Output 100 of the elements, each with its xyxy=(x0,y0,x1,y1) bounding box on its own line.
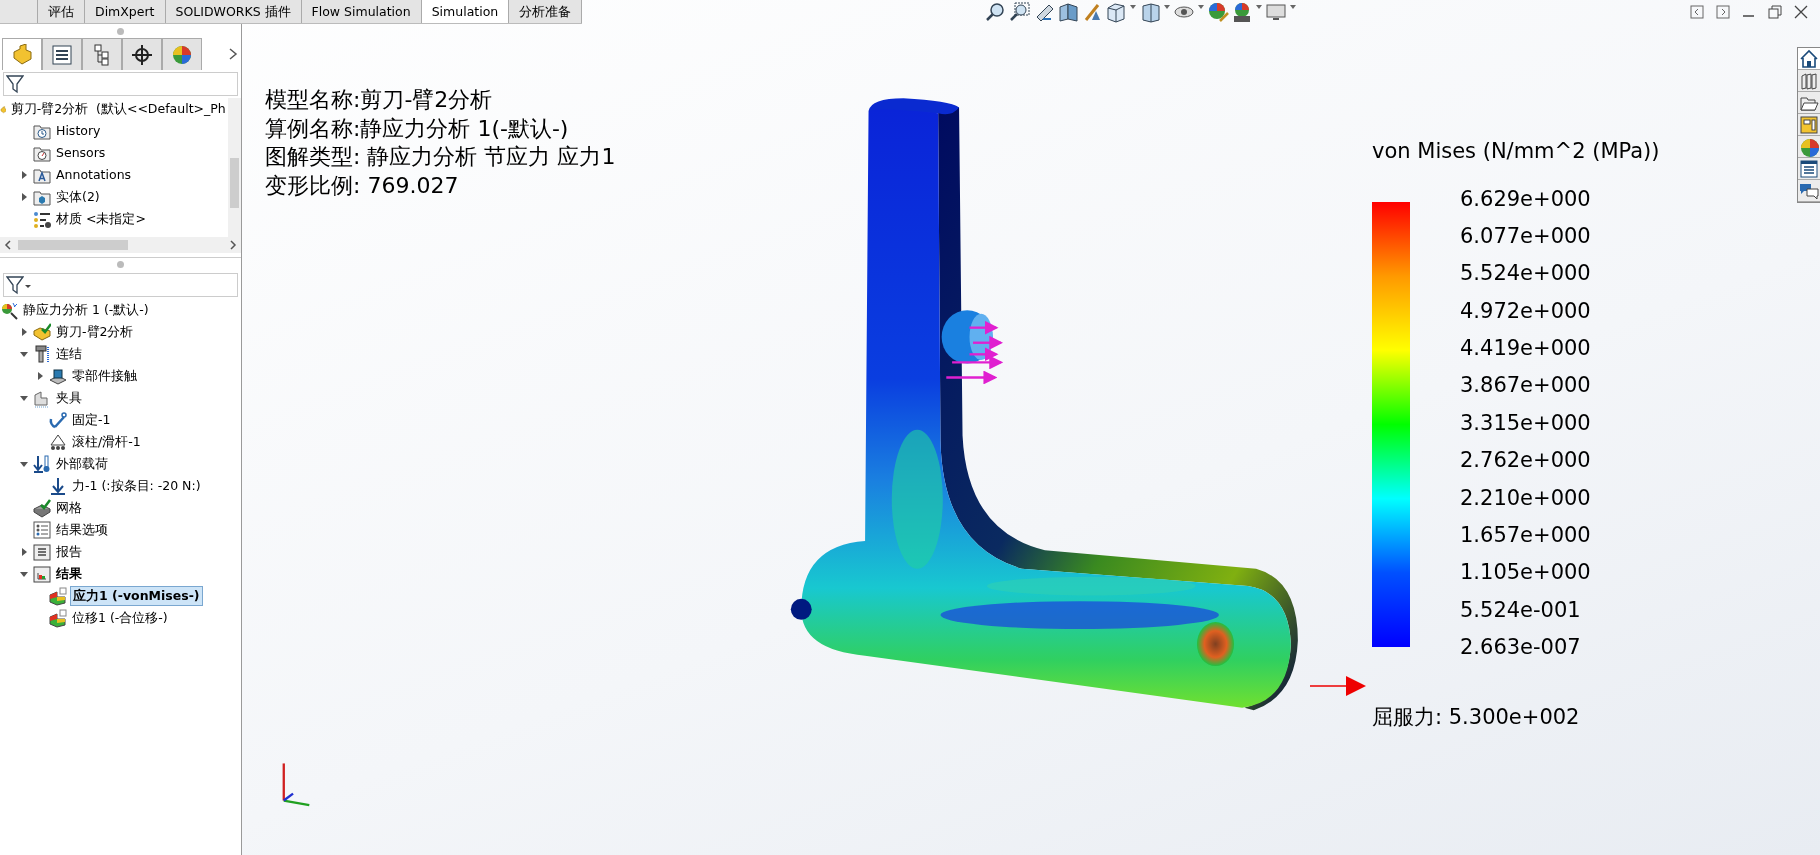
filter-field[interactable] xyxy=(3,72,238,96)
block-check-icon xyxy=(33,322,51,342)
tree-item[interactable]: 剪刀-臂2分析 (默认<<Default>_Ph xyxy=(8,100,228,118)
monitor-icon[interactable] xyxy=(1265,1,1288,23)
legend-value: 5.524e-001 xyxy=(1460,596,1582,624)
expand-arrow-icon[interactable] xyxy=(35,371,45,381)
legend-value: 2.210e+000 xyxy=(1460,484,1591,512)
tree-item[interactable]: 连结 xyxy=(54,345,84,363)
list-window-icon[interactable] xyxy=(1799,158,1819,179)
filter-icon[interactable] xyxy=(6,275,24,295)
clamp-block-icon xyxy=(33,388,51,408)
cube-icon[interactable] xyxy=(1105,1,1128,23)
collapse-arrow-icon[interactable] xyxy=(19,459,29,469)
panel-grip-icon[interactable] xyxy=(117,27,124,35)
panel-left-icon[interactable] xyxy=(1689,4,1705,20)
force-arrows-drawing xyxy=(946,320,1004,385)
plot-info-text: 图解类型: 静应力分析 节应力 应力1 xyxy=(265,143,616,171)
tree-item[interactable]: 剪刀-臂2分析 xyxy=(54,323,136,341)
property-list-icon[interactable] xyxy=(51,43,73,66)
legend-value: 3.867e+000 xyxy=(1460,372,1591,400)
legend-title: von Mises (N/mm^2 (MPa)) xyxy=(1372,138,1660,165)
scroll-right-icon[interactable] xyxy=(229,240,237,250)
plot-info-text: 模型名称:剪刀-臂2分析 xyxy=(265,86,493,114)
mesh-check-icon xyxy=(33,498,51,518)
plot-info-text: 算例名称:静应力分析 1(-默认-) xyxy=(265,114,569,143)
filter-field[interactable] xyxy=(3,273,238,297)
splitter-grip-icon[interactable] xyxy=(117,261,124,268)
tree-item[interactable]: 固定-1 xyxy=(70,411,113,429)
books-icon[interactable] xyxy=(1799,70,1819,91)
tree-item[interactable]: 零部件接触 xyxy=(70,367,139,385)
scroll-left-icon[interactable] xyxy=(4,240,12,250)
expand-arrow-icon[interactable] xyxy=(19,170,29,180)
section-view-icon[interactable] xyxy=(1057,1,1080,23)
expand-arrow-icon[interactable] xyxy=(19,192,29,202)
color-ball-pencil-icon[interactable] xyxy=(1207,1,1230,23)
layout-board-icon[interactable] xyxy=(1799,114,1819,135)
pin-hole xyxy=(790,598,812,620)
legend-value: 4.419e+000 xyxy=(1460,335,1591,362)
roller-support-icon xyxy=(49,432,67,452)
collapse-arrow-icon[interactable] xyxy=(19,569,29,579)
tree-item[interactable]: 材质 <未指定> xyxy=(54,210,148,228)
anchor-icon xyxy=(49,410,67,430)
restore-icon[interactable] xyxy=(1767,4,1783,20)
tree-item[interactable]: Annotations xyxy=(54,166,134,184)
close-icon[interactable] xyxy=(1793,4,1809,20)
tree-item[interactable]: 网格 xyxy=(54,499,84,517)
tree-item[interactable]: 结果 xyxy=(54,565,84,583)
legend-value: 5.524e+000 xyxy=(1460,260,1591,288)
tree-item[interactable]: 应力1 (-vonMises-) xyxy=(70,586,203,606)
legend-value: 1.105e+000 xyxy=(1460,559,1591,587)
options-list-icon xyxy=(33,520,51,540)
chart-folder-icon xyxy=(33,564,51,584)
pin-cylinder xyxy=(941,310,993,364)
magnifier-color-icon xyxy=(0,300,18,320)
bolt-icon xyxy=(33,344,51,364)
tree-item[interactable]: 力-1 (:按条目: -20 N:) xyxy=(70,477,203,495)
collapse-arrow-icon[interactable] xyxy=(19,349,29,359)
color-block-icon xyxy=(49,586,67,606)
legend-value: 6.629e+000 xyxy=(1460,185,1591,213)
legend-value: 2.663e-007 xyxy=(1460,634,1582,661)
legend-value: 2.762e+000 xyxy=(1460,447,1591,475)
tree-item[interactable]: 夹具 xyxy=(54,389,84,407)
chevron-right-icon[interactable] xyxy=(228,47,238,61)
color-block-icon xyxy=(49,608,67,628)
filter-icon[interactable] xyxy=(6,74,24,94)
expand-arrow-icon[interactable] xyxy=(19,547,29,557)
color-ball-icon[interactable] xyxy=(171,43,193,66)
pin-hole xyxy=(1196,622,1235,667)
down-arrow-icon xyxy=(49,476,67,496)
horizontal-scrollbar[interactable] xyxy=(0,237,241,253)
expand-arrow-icon[interactable] xyxy=(19,327,29,337)
cube-plate-icon xyxy=(49,366,67,386)
legend-value: 6.077e+000 xyxy=(1460,222,1591,250)
display-style-icon[interactable] xyxy=(1139,1,1162,23)
tree-item[interactable]: 静应力分析 1 (-默认-) xyxy=(21,301,151,319)
tree-item[interactable]: 结果选项 xyxy=(54,521,110,539)
legend-value: 4.972e+000 xyxy=(1460,297,1591,325)
part-block-icon[interactable] xyxy=(11,43,33,66)
tree-item[interactable]: History xyxy=(54,122,103,140)
material-list-icon xyxy=(33,209,51,229)
tree-item[interactable]: 实体(2) xyxy=(54,188,102,206)
tree-item[interactable]: 滚柱/滑杆-1 xyxy=(70,433,143,451)
vertical-scrollbar[interactable] xyxy=(227,98,241,237)
zoom-box-icon[interactable] xyxy=(1009,1,1032,23)
command-tab[interactable]: Simulation xyxy=(421,0,510,23)
tree-item[interactable]: 位移1 (-合位移-) xyxy=(70,609,170,627)
plot-info-text: 变形比例: 769.027 xyxy=(265,171,459,200)
home-icon[interactable] xyxy=(1799,48,1819,69)
tree-item[interactable]: Sensors xyxy=(54,144,108,162)
tree-item[interactable]: 外部载荷 xyxy=(54,455,110,473)
collapse-arrow-icon[interactable] xyxy=(19,393,29,403)
crosshair-icon[interactable] xyxy=(131,43,153,66)
tree-item[interactable]: 报告 xyxy=(54,543,84,561)
panel-right-icon[interactable] xyxy=(1715,4,1731,20)
yield-arrow-icon xyxy=(1310,673,1366,698)
arrow-thermometer-icon xyxy=(33,454,51,474)
yield-strength-label: 屈服力: 5.300e+002 xyxy=(1372,703,1581,731)
color-ball-icon[interactable] xyxy=(1799,136,1819,157)
report-folder-icon xyxy=(33,542,51,562)
legend-value: 3.315e+000 xyxy=(1460,409,1591,437)
